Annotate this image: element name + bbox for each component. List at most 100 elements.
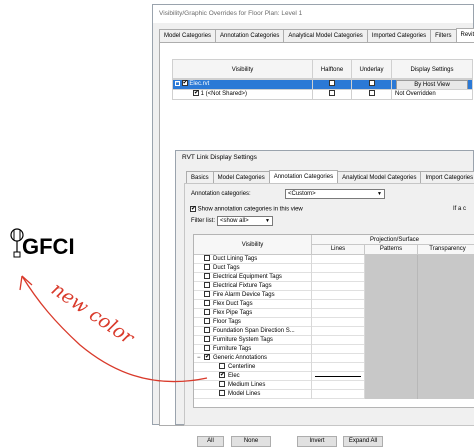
col-visibility[interactable]: Visibility [172,59,313,79]
table-row[interactable]: Flex Duct Tags [194,300,474,309]
tab-filters[interactable]: Filters [430,29,456,42]
none-button[interactable]: None [231,436,271,447]
col-underlay[interactable]: Underlay [351,59,392,79]
lines-cell[interactable] [312,381,365,390]
lines-cell[interactable] [312,354,365,363]
inner-tab-bar: Basics Model Categories Annotation Categ… [186,171,474,183]
category-cell: Flex Pipe Tags [194,309,312,318]
display-settings-value[interactable]: Not Overridden [391,89,473,100]
visibility-checkbox[interactable] [204,354,210,360]
tab-model-categories[interactable]: Model Categories [159,29,216,42]
link-row-instance[interactable]: 1 (<Not Shared>) Not Overridden [172,89,474,99]
category-cell: Centerline [194,363,312,372]
lines-cell[interactable] [312,255,365,264]
category-label: Electrical Fixture Tags [213,283,272,289]
lines-cell[interactable] [312,309,365,318]
col-projection-surface: Projection/Surface [312,235,474,245]
table-row[interactable]: Furniture Tags [194,345,474,354]
link-row-elec[interactable]: − Elec.rvt By Host View [172,79,474,89]
lines-cell[interactable] [312,318,365,327]
visibility-checkbox[interactable] [204,309,210,315]
lines-cell[interactable] [312,282,365,291]
transparency-cell [418,309,474,318]
table-row[interactable]: −Generic Annotations [194,354,474,363]
visibility-checkbox[interactable] [219,390,225,396]
table-row[interactable]: Medium Lines [194,381,474,390]
table-row[interactable]: Centerline [194,363,474,372]
visibility-checkbox[interactable] [219,372,225,378]
visibility-checkbox[interactable] [204,291,210,297]
col-visibility[interactable]: Visibility [194,235,312,255]
all-button[interactable]: All [197,436,224,447]
lines-cell[interactable] [312,363,365,372]
visibility-checkbox[interactable] [204,318,210,324]
col-patterns[interactable]: Patterns [365,245,418,255]
lines-cell[interactable] [312,300,365,309]
halftone-checkbox[interactable] [329,90,335,96]
collapse-toggle[interactable]: − [175,81,180,86]
lines-cell[interactable] [312,390,365,399]
lines-cell[interactable] [312,336,365,345]
transparency-cell [418,282,474,291]
show-categories-row[interactable]: Show annotation categories in this view [190,206,303,213]
annotation-categories-dropdown[interactable]: <Custom> ▼ [285,189,385,199]
category-cell: −Generic Annotations [194,354,312,363]
visibility-checkbox[interactable] [193,90,199,96]
visibility-checkbox[interactable] [204,345,210,351]
visibility-checkbox[interactable] [219,381,225,387]
lines-cell[interactable] [312,327,365,336]
patterns-cell [365,336,418,345]
halftone-checkbox[interactable] [329,80,335,86]
filter-list-dropdown[interactable]: <show all> ▼ [217,216,273,226]
visibility-checkbox[interactable] [204,300,210,306]
visibility-checkbox[interactable] [204,273,210,279]
lines-cell[interactable] [312,273,365,282]
tab-revit-links[interactable]: Revit Links [456,28,474,42]
dialog-title: RVT Link Display Settings [182,154,257,161]
tab-imported-categories[interactable]: Imported Categories [367,29,431,42]
category-label: Furniture Tags [213,346,251,352]
visibility-checkbox[interactable] [204,336,210,342]
underlay-checkbox[interactable] [369,80,375,86]
annotation-categories-label: Annotation categories: [191,191,251,197]
show-categories-checkbox[interactable] [190,206,196,212]
tab-analytical-model-categories[interactable]: Analytical Model Categories [283,29,367,42]
table-row[interactable]: Floor Tags [194,318,474,327]
visibility-checkbox[interactable] [204,282,210,288]
table-row[interactable]: Flex Pipe Tags [194,309,474,318]
category-label: Centerline [228,364,255,370]
chevron-down-icon: ▼ [377,190,382,198]
lines-cell[interactable] [312,345,365,354]
expand-all-button[interactable]: Expand All [343,436,383,447]
lines-cell[interactable] [312,264,365,273]
collapse-toggle[interactable]: − [197,354,204,362]
visibility-checkbox[interactable] [219,363,225,369]
table-row[interactable]: Foundation Span Direction S... [194,327,474,336]
visibility-checkbox[interactable] [182,80,188,86]
visibility-checkbox[interactable] [204,264,210,270]
invert-button[interactable]: Invert [297,436,337,447]
table-row[interactable]: Electrical Fixture Tags [194,282,474,291]
lines-cell[interactable] [312,372,365,381]
col-display-settings[interactable]: Display Settings [391,59,473,79]
table-row[interactable]: Duct Tags [194,264,474,273]
tab-annotation-categories[interactable]: Annotation Categories [215,29,284,42]
table-row[interactable]: Furniture System Tags [194,336,474,345]
tab-annotation-categories[interactable]: Annotation Categories [269,170,338,184]
visibility-checkbox[interactable] [204,255,210,261]
table-row[interactable]: Model Lines [194,390,474,399]
table-rows: Duct Lining TagsDuct TagsElectrical Equi… [194,255,474,399]
col-lines[interactable]: Lines [312,245,365,255]
transparency-cell [418,327,474,336]
table-row[interactable]: Fire Alarm Device Tags [194,291,474,300]
table-row[interactable]: Electrical Equipment Tags [194,273,474,282]
table-row[interactable]: Elec [194,372,474,381]
category-cell: Duct Tags [194,264,312,273]
col-halftone[interactable]: Halftone [312,59,352,79]
col-transparency[interactable]: Transparency [418,245,474,255]
lines-cell[interactable] [312,291,365,300]
category-label: Flex Pipe Tags [213,310,252,316]
visibility-checkbox[interactable] [204,327,210,333]
table-row[interactable]: Duct Lining Tags [194,255,474,264]
underlay-checkbox[interactable] [369,90,375,96]
